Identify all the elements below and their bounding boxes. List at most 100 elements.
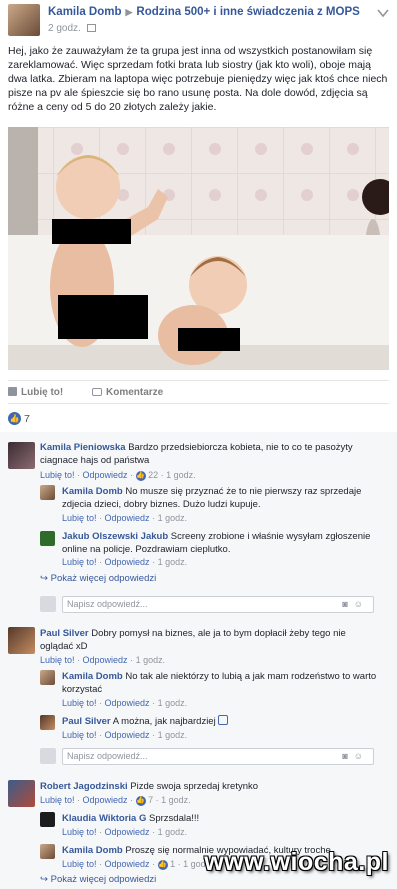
comment: Kamila Pieniowska Bardzo przedsiebiorcza… <box>40 441 380 467</box>
post-actions: Lubię to! Komentarze <box>8 380 389 404</box>
author-avatar[interactable] <box>8 4 40 36</box>
camera-emoji-icons[interactable]: ◙☺ <box>342 599 369 609</box>
audience-icon <box>86 24 96 32</box>
comment-reply-link[interactable]: Odpowiedz <box>83 470 128 480</box>
more-replies-link[interactable]: ↪ Pokaż więcej odpowiedzi <box>40 874 156 885</box>
reply-placeholder: Napisz odpowiedź... <box>67 751 148 761</box>
comment-author[interactable]: Kamila Domb <box>62 486 123 497</box>
reply: Klaudia Wiktoria G Sprzsdala!!! <box>62 812 382 825</box>
post-text: Hej, jako że zauważyłam że ta grupa jest… <box>8 45 388 113</box>
more-replies-link[interactable]: ↪ Pokaż więcej odpowiedzi <box>40 573 156 584</box>
comment-author[interactable]: Kamila Domb <box>62 671 123 682</box>
comment-meta: Lubię to! · Odpowiedz · 1 godz. <box>62 557 188 567</box>
commenter-avatar[interactable] <box>40 844 55 859</box>
comment-time[interactable]: 1 godz. <box>158 730 188 740</box>
comment-time[interactable]: 1 godz. <box>158 827 188 837</box>
more-replies-label: Pokaż więcej odpowiedzi <box>50 874 157 885</box>
comment-reply-link[interactable]: Odpowiedz <box>105 513 150 523</box>
reaction-count[interactable]: 7 <box>148 795 153 805</box>
comment-time[interactable]: 1 godz. <box>158 698 188 708</box>
reply-input[interactable]: Napisz odpowiedź... ◙☺ <box>62 596 374 613</box>
like-reaction-icon: 👍 <box>135 795 146 806</box>
comment-icon <box>92 388 102 396</box>
comment-reply-link[interactable]: Odpowiedz <box>83 795 128 805</box>
comment-meta: Lubię to! · Odpowiedz · 1 godz. <box>62 513 188 523</box>
likes-count: 7 <box>24 413 30 425</box>
comment-button[interactable]: Komentarze <box>92 387 163 398</box>
arrow-icon: ▶ <box>125 7 133 17</box>
commenter-avatar[interactable] <box>40 715 55 730</box>
commenter-avatar[interactable] <box>40 485 55 500</box>
thumbs-up-icon <box>218 715 229 725</box>
like-label: Lubię to! <box>21 387 64 398</box>
reply-placeholder: Napisz odpowiedź... <box>67 599 148 609</box>
comment-reply-link[interactable]: Odpowiedz <box>105 698 150 708</box>
reply-arrow-icon: ↪ <box>40 874 48 885</box>
commenter-avatar[interactable] <box>8 627 35 654</box>
author-name[interactable]: Kamila Domb <box>48 6 122 18</box>
comment-meta: Lubię to! · Odpowiedz · 👍 1 · 1 godz. <box>62 859 213 870</box>
comment: Robert Jagodzinski Pizde swoja sprzedaj … <box>40 780 380 793</box>
comment-meta: Lubię to! · Odpowiedz · 1 godz. <box>62 698 188 708</box>
comment-like-link[interactable]: Lubię to! <box>62 859 97 869</box>
comment-like-link[interactable]: Lubię to! <box>62 730 97 740</box>
comment-author[interactable]: Robert Jagodzinski <box>40 781 128 792</box>
comment-text: Pizde swoja sprzedaj kretynko <box>130 781 259 792</box>
comment: Paul Silver Dobry pomysł na biznes, ale … <box>40 627 380 653</box>
reaction-count[interactable]: 22 <box>148 470 158 480</box>
reply-input[interactable]: Napisz odpowiedź... ◙☺ <box>62 748 374 765</box>
post-meta: 2 godz. <box>48 23 96 34</box>
comment-author[interactable]: Jakub Olszewski Jakub <box>62 531 168 542</box>
comment-like-link[interactable]: Lubię to! <box>62 827 97 837</box>
commenter-avatar[interactable] <box>8 780 35 807</box>
likes-summary[interactable]: 👍 7 <box>8 410 389 430</box>
comment-author[interactable]: Kamila Pieniowska <box>40 442 126 453</box>
commenter-avatar[interactable] <box>40 531 55 546</box>
comment-like-link[interactable]: Lubię to! <box>40 795 75 805</box>
comment-like-link[interactable]: Lubię to! <box>40 470 75 480</box>
comment-time[interactable]: 1 godz. <box>161 795 191 805</box>
comment-reply-link[interactable]: Odpowiedz <box>105 730 150 740</box>
comment-text: Sprzsdala!!! <box>149 813 200 824</box>
comment-reply-link[interactable]: Odpowiedz <box>83 655 128 665</box>
author-line: Kamila Domb ▶ Rodzina 500+ i inne świadcze… <box>48 6 360 18</box>
thumbs-up-icon <box>8 387 17 396</box>
post-photo[interactable] <box>8 127 389 370</box>
reply: Jakub Olszewski Jakub Screeny zrobione i… <box>62 530 382 556</box>
reply-arrow-icon: ↪ <box>40 573 48 584</box>
user-avatar <box>40 596 56 612</box>
commenter-avatar[interactable] <box>40 812 55 827</box>
reply: Kamila Domb No tak ale niektórzy to lubi… <box>62 670 382 696</box>
reply: Kamila Domb No musze się przyznać że to … <box>62 485 382 511</box>
comment-like-link[interactable]: Lubię to! <box>62 513 97 523</box>
comment-author[interactable]: Klaudia Wiktoria G <box>62 813 146 824</box>
reply: Paul Silver A można, jak najbardziej <box>62 715 382 728</box>
comment-like-link[interactable]: Lubię to! <box>40 655 75 665</box>
comment-time[interactable]: 1 godz. <box>136 655 166 665</box>
comment-like-link[interactable]: Lubię to! <box>62 557 97 567</box>
comment-author[interactable]: Paul Silver <box>62 716 111 727</box>
like-reaction-icon: 👍 <box>8 412 21 425</box>
post-header: Kamila Domb ▶ Rodzina 500+ i inne świadcze… <box>8 4 389 40</box>
commenter-avatar[interactable] <box>8 442 35 469</box>
comment-meta: Lubię to! · Odpowiedz · 1 godz. <box>62 827 188 837</box>
comment-time[interactable]: 1 godz. <box>158 557 188 567</box>
post-time[interactable]: 2 godz. <box>48 23 81 34</box>
like-button[interactable]: Lubię to! <box>8 387 63 398</box>
comment-author[interactable]: Kamila Domb <box>62 845 123 856</box>
like-reaction-icon: 👍 <box>157 859 168 870</box>
comment-reply-link[interactable]: Odpowiedz <box>105 557 150 567</box>
like-reaction-icon: 👍 <box>135 470 146 481</box>
group-name[interactable]: Rodzina 500+ i inne świadczenia z MOPS <box>136 6 359 18</box>
comment-like-link[interactable]: Lubię to! <box>62 698 97 708</box>
camera-emoji-icons[interactable]: ◙☺ <box>342 751 369 761</box>
user-avatar <box>40 748 56 764</box>
comment-reply-link[interactable]: Odpowiedz <box>105 827 150 837</box>
commenter-avatar[interactable] <box>40 670 55 685</box>
comment-reply-link[interactable]: Odpowiedz <box>105 859 150 869</box>
comment-time[interactable]: 1 godz. <box>158 513 188 523</box>
comment-author[interactable]: Paul Silver <box>40 628 89 639</box>
reaction-count[interactable]: 1 <box>170 859 175 869</box>
comment-time[interactable]: 1 godz. <box>166 470 196 480</box>
chevron-down-icon[interactable] <box>377 8 389 18</box>
